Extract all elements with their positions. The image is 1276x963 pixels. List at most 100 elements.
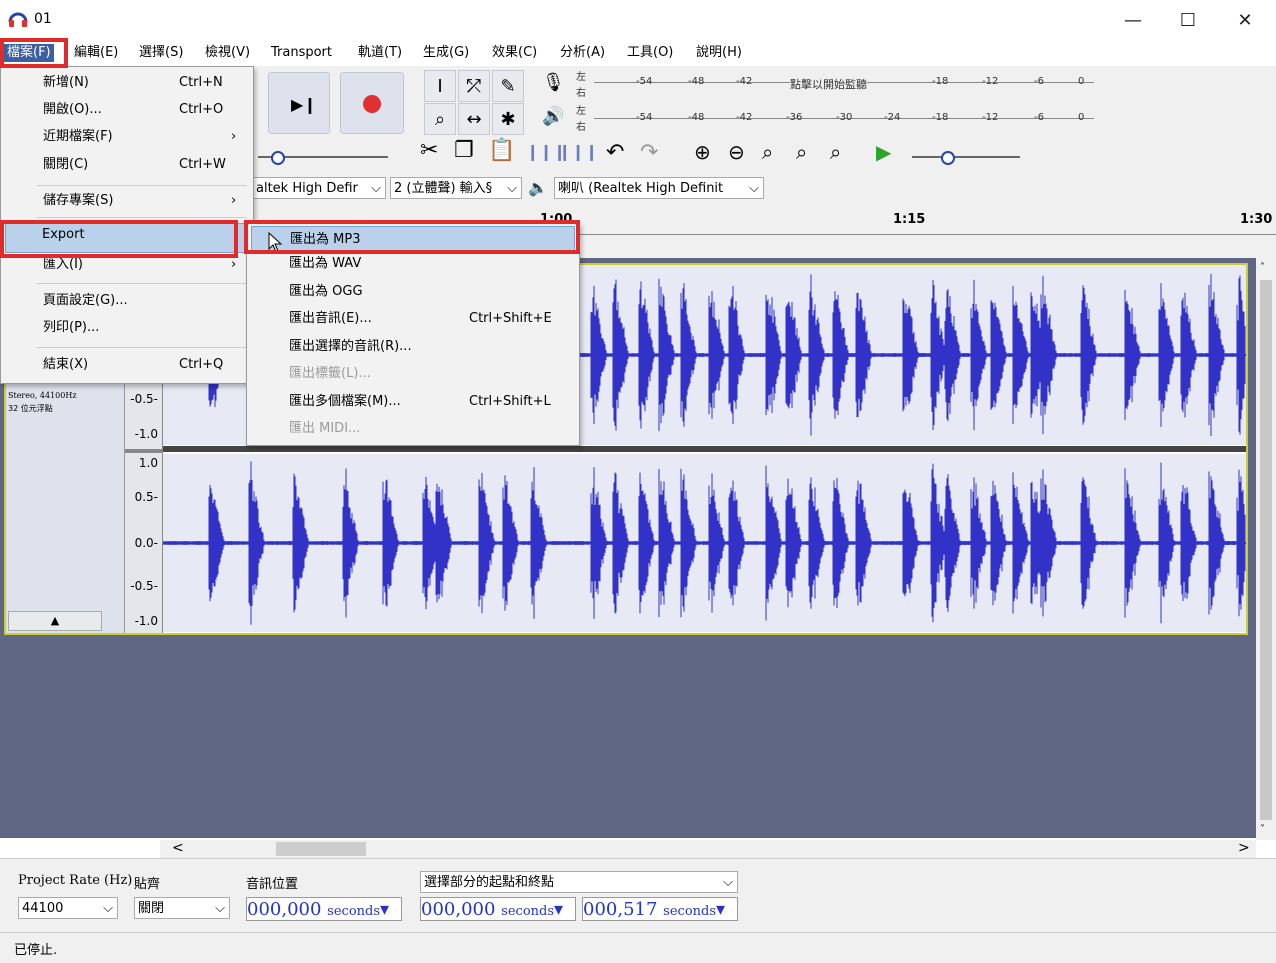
- audio-position-value: 000,000: [247, 899, 322, 920]
- timeshift-tool-button[interactable]: ↔: [458, 103, 490, 135]
- play-at-speed-icon[interactable]: ▶: [876, 140, 891, 164]
- slider-thumb-icon[interactable]: [271, 151, 285, 165]
- input-device-select[interactable]: altek High Defir ⌵: [252, 177, 386, 199]
- menu-item-export-audio[interactable]: 匯出音訊(E)...: [289, 307, 372, 331]
- close-button[interactable]: ✕: [1222, 6, 1268, 34]
- copy-icon[interactable]: ❐: [454, 138, 474, 163]
- snap-value: 關閉: [138, 901, 165, 916]
- output-device-value: 喇叭 (Realtek High Definit: [558, 181, 724, 196]
- menu-transport[interactable]: Transport: [268, 44, 335, 62]
- play-tick: -6: [1034, 112, 1044, 123]
- menu-item-export-multiple[interactable]: 匯出多個檔案(M)...: [289, 390, 401, 414]
- redo-icon[interactable]: ↷: [640, 140, 658, 165]
- scroll-down-icon[interactable]: ˅: [1260, 824, 1265, 835]
- selection-tool-button[interactable]: I: [424, 70, 456, 102]
- mouse-cursor-icon: [268, 231, 284, 258]
- zoom-toggle-icon[interactable]: ⌕: [830, 140, 841, 164]
- draw-tool-button[interactable]: ✎: [492, 70, 524, 102]
- menu-tools[interactable]: 工具(O): [624, 44, 676, 62]
- maximize-button[interactable]: ☐: [1165, 6, 1211, 34]
- menu-item-export-mp3[interactable]: 匯出為 MP3: [251, 226, 575, 252]
- fit-project-icon[interactable]: ⌕: [796, 140, 807, 164]
- fit-selection-icon[interactable]: ⌕: [762, 140, 773, 164]
- channel-divider: [163, 446, 1246, 452]
- selection-mode-select[interactable]: 選擇部分的起點和終點 ⌵: [420, 871, 738, 893]
- snap-select[interactable]: 關閉 ⌵: [134, 897, 230, 919]
- menu-item-export-wav[interactable]: 匯出為 WAV: [289, 252, 361, 276]
- multi-tool-button[interactable]: ✱: [492, 103, 524, 135]
- record-button[interactable]: [340, 72, 404, 134]
- undo-icon[interactable]: ↶: [606, 140, 624, 165]
- zoom-in-icon[interactable]: ⊕: [694, 140, 711, 164]
- selection-end-field[interactable]: 000,517 seconds▾: [582, 897, 738, 921]
- menu-edit[interactable]: 編輯(E): [71, 44, 121, 62]
- menu-item-label: 匯出多個檔案(M)...: [289, 394, 401, 409]
- menu-item-import[interactable]: 匯入(I): [43, 253, 83, 277]
- selection-start-field[interactable]: 000,000 seconds▾: [420, 897, 576, 921]
- menu-help[interactable]: 說明(H): [693, 44, 745, 62]
- menu-item-export[interactable]: Export: [5, 223, 249, 253]
- shortcut-label: Ctrl+O: [179, 102, 224, 117]
- triangle-up-icon: ▲: [50, 614, 60, 627]
- cut-icon[interactable]: ✂: [420, 138, 438, 163]
- channels-select[interactable]: 2 (立體聲) 輸入§ ⌵: [390, 177, 522, 199]
- scale-label: -1.0: [134, 427, 158, 441]
- output-device-select[interactable]: 喇叭 (Realtek High Definit ⌵: [554, 177, 764, 199]
- zoom-out-icon[interactable]: ⊖: [728, 140, 745, 164]
- menu-tracks[interactable]: 軌道(T): [355, 44, 405, 62]
- scroll-up-icon[interactable]: ˄: [1260, 262, 1265, 273]
- minimize-button[interactable]: —: [1110, 6, 1156, 34]
- menu-item-label: 匯出音訊(E)...: [289, 311, 372, 326]
- menu-item-recent[interactable]: 近期檔案(F): [43, 125, 113, 149]
- menu-item-export-selected[interactable]: 匯出選擇的音訊(R)...: [289, 335, 412, 359]
- menu-item-new[interactable]: 新增(N): [43, 71, 89, 95]
- paste-icon[interactable]: 📋: [488, 138, 515, 163]
- menu-effect[interactable]: 效果(C): [489, 44, 540, 62]
- menu-item-label: 關閉(C): [43, 157, 89, 172]
- audio-position-field[interactable]: 000,000 seconds▾: [246, 897, 402, 921]
- scroll-left-icon[interactable]: <: [172, 840, 184, 856]
- horizontal-scrollbar[interactable]: < >: [160, 840, 1256, 858]
- waveform-right-channel[interactable]: [162, 454, 1246, 632]
- status-text: 已停止.: [14, 943, 58, 958]
- speaker-icon[interactable]: 🔊: [542, 106, 564, 127]
- project-rate-select[interactable]: 44100 ⌵: [18, 897, 118, 919]
- click-to-monitor-label[interactable]: 點擊以開始監聽: [790, 76, 867, 92]
- zoom-tool-button[interactable]: ⌕: [424, 103, 456, 135]
- menu-item-page-setup[interactable]: 頁面設定(G)...: [43, 289, 128, 313]
- menu-item-close[interactable]: 關閉(C): [43, 153, 88, 177]
- selection-start-value: 000,000: [421, 899, 496, 920]
- vertical-scrollbar[interactable]: ˄ ˅: [1256, 258, 1276, 840]
- menu-select[interactable]: 選擇(S): [136, 44, 186, 62]
- menu-item-label: 開啟(O)...: [43, 102, 102, 117]
- microphone-icon[interactable]: 🎙: [542, 72, 565, 93]
- menu-file[interactable]: 檔案(F): [4, 44, 54, 62]
- scale-label: -0.5-: [130, 392, 158, 406]
- menu-item-label: Export: [42, 227, 85, 242]
- menu-item-label: 匯出為 MP3: [290, 232, 361, 247]
- scroll-right-icon[interactable]: >: [1238, 840, 1250, 856]
- menu-analyze[interactable]: 分析(A): [557, 44, 608, 62]
- vertical-scroll-thumb[interactable]: [1260, 280, 1272, 820]
- envelope-tool-button[interactable]: ⤱: [458, 70, 490, 102]
- shortcut-label: Ctrl+Q: [179, 357, 224, 372]
- skip-end-button[interactable]: ▶❙: [268, 72, 330, 134]
- collapse-track-button[interactable]: ▲: [8, 611, 102, 631]
- slider-thumb-icon[interactable]: [941, 151, 955, 165]
- menu-item-print[interactable]: 列印(P)...: [43, 316, 99, 340]
- menu-item-label: 匯出為 WAV: [289, 256, 362, 271]
- silence-icon[interactable]: ❙❙❙: [558, 142, 598, 161]
- pencil-icon: ✎: [500, 75, 516, 97]
- menu-item-open[interactable]: 開啟(O)...: [43, 98, 102, 122]
- menu-item-exit[interactable]: 結束(X): [43, 353, 88, 377]
- menu-item-label: 結束(X): [43, 357, 89, 372]
- speaker-icon: 🔈: [528, 178, 548, 197]
- menu-generate[interactable]: 生成(G): [420, 44, 472, 62]
- menu-item-save-project[interactable]: 儲存專案(S): [43, 189, 113, 213]
- scale-label: 0.5-: [134, 490, 158, 504]
- play-speed-slider[interactable]: [912, 156, 1020, 158]
- menu-item-export-ogg[interactable]: 匯出為 OGG: [289, 280, 363, 304]
- horizontal-scroll-thumb[interactable]: [276, 842, 366, 856]
- menu-view[interactable]: 檢視(V): [202, 44, 253, 62]
- chevron-right-icon: ›: [231, 257, 237, 272]
